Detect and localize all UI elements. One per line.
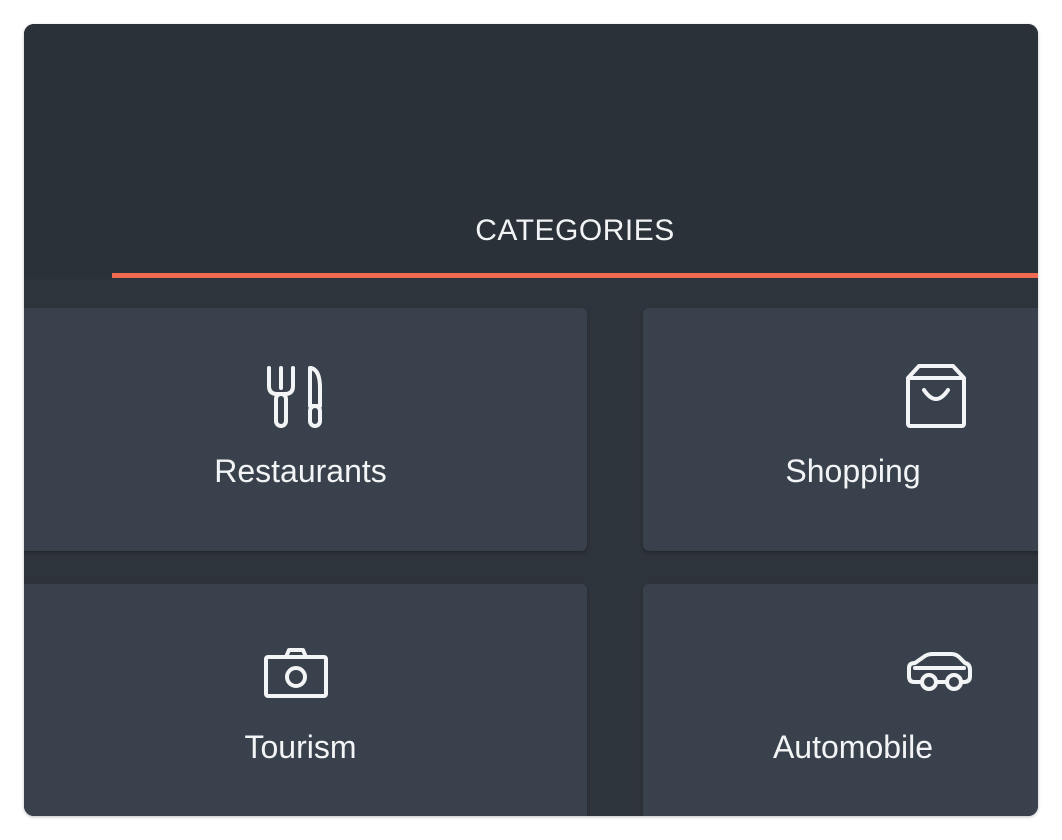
category-card-restaurants[interactable]: Restaurants: [24, 308, 587, 551]
car-icon: [907, 652, 972, 691]
category-label: Tourism: [244, 729, 357, 765]
tab-categories[interactable]: CATEGORIES: [112, 184, 1038, 279]
camera-icon: [264, 648, 328, 698]
fork-knife-icon: [267, 366, 322, 428]
app-window: CATEGORIES Restaurants Shopping Tourism …: [24, 24, 1038, 816]
category-card-tourism[interactable]: Tourism: [24, 584, 587, 816]
category-label: Shopping: [785, 453, 921, 489]
category-label: Automobile: [772, 729, 934, 765]
category-card-shopping[interactable]: Shopping: [643, 308, 1038, 551]
shopping-bag-icon: [906, 364, 966, 428]
category-card-automobile[interactable]: Automobile: [643, 584, 1038, 816]
category-label: Restaurants: [214, 453, 387, 489]
tab-label: CATEGORIES: [475, 213, 675, 247]
active-tab-indicator: [112, 273, 1038, 278]
